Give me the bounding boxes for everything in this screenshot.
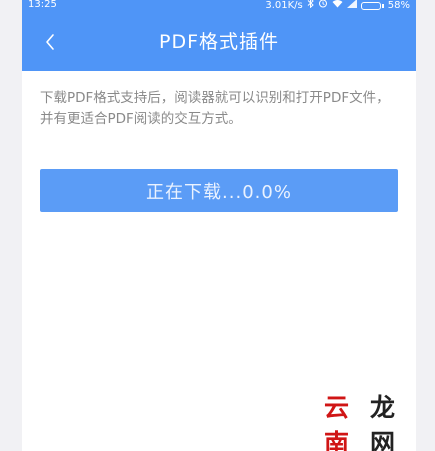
download-button-label: 正在下载...0.0% bbox=[146, 181, 292, 203]
status-time: 13:25 bbox=[28, 0, 57, 10]
app-bar: PDF格式插件 bbox=[22, 14, 416, 71]
status-bar: 13:25 3.01K/s 58% bbox=[22, 0, 416, 14]
phone-screen: 13:25 3.01K/s 58% PDF格式插件 下载PDF格式支持后，阅读器… bbox=[22, 0, 416, 451]
plugin-description: 下载PDF格式支持后，阅读器就可以识别和打开PDF文件，并有更适合PDF阅读的交… bbox=[40, 90, 390, 127]
battery-icon bbox=[360, 1, 384, 10]
watermark-text-red: 云南 bbox=[324, 393, 350, 451]
back-button[interactable] bbox=[36, 28, 64, 56]
alarm-icon bbox=[318, 0, 328, 13]
status-indicators: 3.01K/s 58% bbox=[265, 0, 410, 13]
watermark-text-dark: 龙网 bbox=[370, 393, 396, 451]
download-progress-button[interactable]: 正在下载...0.0% bbox=[40, 169, 398, 212]
network-speed: 3.01K/s bbox=[265, 0, 303, 11]
bluetooth-icon bbox=[307, 0, 314, 13]
battery-percent: 58% bbox=[387, 0, 410, 11]
page-title: PDF格式插件 bbox=[158, 31, 280, 53]
watermark-logo: 云南 龙网 bbox=[324, 393, 416, 451]
wifi-icon bbox=[332, 0, 343, 13]
signal-icon bbox=[346, 0, 357, 13]
chevron-left-icon bbox=[46, 34, 54, 50]
